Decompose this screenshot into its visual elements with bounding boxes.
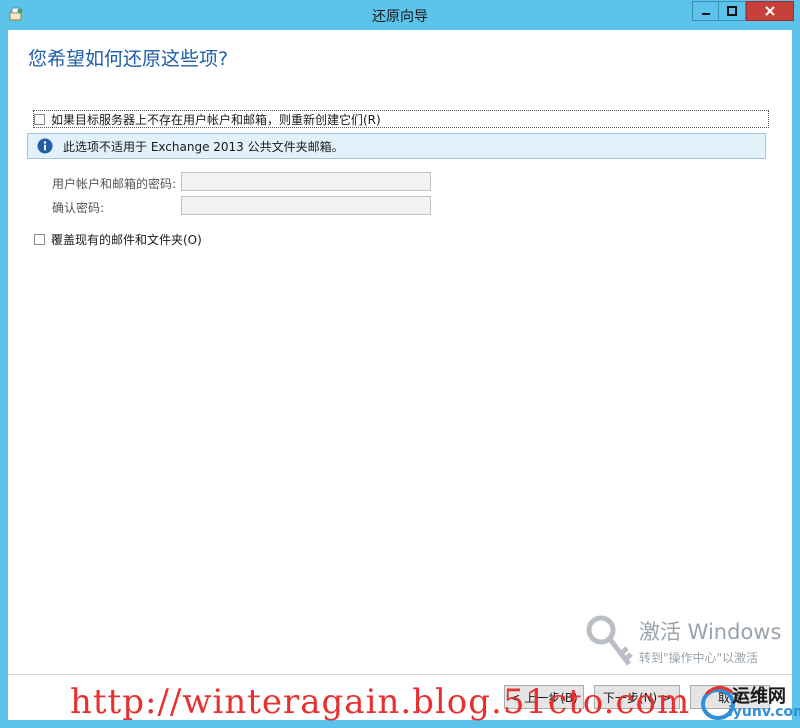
confirm-password-field[interactable] — [181, 196, 431, 215]
info-icon — [37, 138, 53, 154]
password-field[interactable] — [181, 172, 431, 191]
minimize-button[interactable] — [692, 1, 719, 21]
overwrite-option[interactable]: 覆盖现有的邮件和文件夹(O) — [34, 231, 202, 248]
maximize-button[interactable] — [719, 1, 746, 21]
title-bar[interactable]: 还原向导 — [0, 0, 800, 30]
window-title: 还原向导 — [372, 9, 428, 25]
site-logo: 运维网 iyunv.com — [698, 680, 800, 724]
recreate-accounts-checkbox[interactable] — [34, 113, 45, 125]
page-heading: 您希望如何还原这些项? — [28, 48, 229, 70]
footer-divider — [8, 674, 792, 675]
activation-watermark: 激活 Windows 转到"操作中心"以激活 — [581, 612, 791, 682]
watermark-title: 激活 Windows — [639, 620, 782, 644]
wizard-content: 您希望如何还原这些项? 如果目标服务器上不存在用户帐户和邮箱，则重新创建它们(R… — [8, 30, 792, 720]
confirm-password-label: 确认密码: — [52, 201, 105, 215]
url-watermark: http://winteragain.blog.51cto.com — [70, 682, 691, 722]
logo-domain: iyunv.com — [728, 704, 800, 720]
overwrite-label: 覆盖现有的邮件和文件夹(O) — [51, 233, 202, 247]
watermark-subtitle: 转到"操作中心"以激活 — [639, 651, 759, 665]
close-button[interactable] — [746, 1, 794, 21]
overwrite-checkbox[interactable] — [34, 234, 45, 245]
password-label: 用户帐户和邮箱的密码: — [52, 177, 177, 191]
recreate-accounts-label: 如果目标服务器上不存在用户帐户和邮箱，则重新创建它们(R) — [51, 112, 381, 127]
key-icon — [586, 615, 633, 666]
maximize-icon — [727, 6, 737, 16]
info-message: 此选项不适用于 Exchange 2013 公共文件夹邮箱。 — [63, 139, 344, 154]
info-banner: 此选项不适用于 Exchange 2013 公共文件夹邮箱。 — [27, 133, 766, 159]
minimize-icon — [701, 13, 710, 15]
close-icon — [765, 6, 775, 16]
recreate-accounts-option[interactable]: 如果目标服务器上不存在用户帐户和邮箱，则重新创建它们(R) — [33, 110, 769, 128]
restore-wizard-window: 还原向导 您希望如何还原这些项? 如果目标服务器上不存在用户帐户和邮箱，则重新创… — [0, 0, 800, 728]
